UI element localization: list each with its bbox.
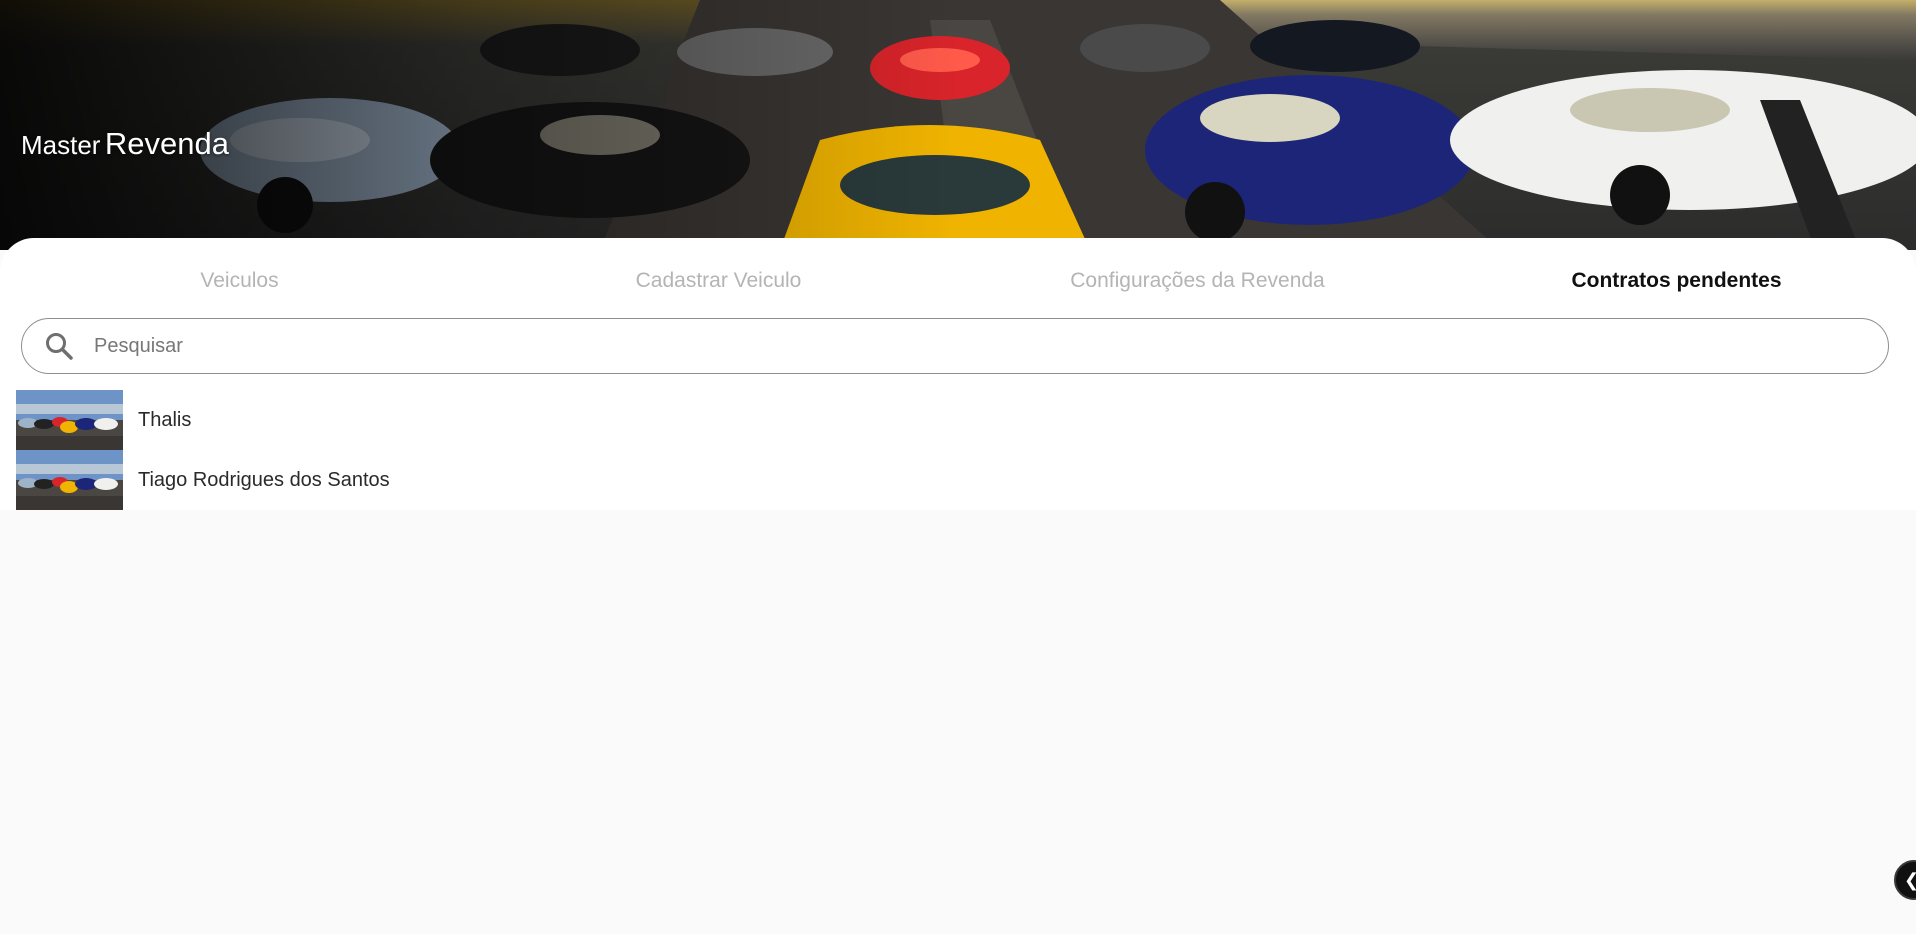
header-banner: Master Revenda bbox=[0, 0, 1916, 250]
contract-thumbnail-image bbox=[16, 450, 123, 510]
floating-back-button[interactable]: ❮ bbox=[1894, 860, 1916, 900]
chevron-left-icon: ❮ bbox=[1904, 871, 1916, 889]
pending-contracts-list: Thalis Tiago Rodrigues dos Santos bbox=[16, 390, 1896, 510]
supercars-banner-image bbox=[0, 0, 1916, 250]
content-sheet: Veiculos Cadastrar Veiculo Configurações… bbox=[0, 238, 1916, 510]
tab-contratos-pendentes[interactable]: Contratos pendentes bbox=[1437, 238, 1916, 324]
search-bar[interactable] bbox=[21, 318, 1889, 374]
contract-client-name: Tiago Rodrigues dos Santos bbox=[138, 468, 390, 491]
search-input[interactable] bbox=[94, 326, 1794, 366]
contract-thumbnail-image bbox=[16, 390, 123, 450]
search-icon[interactable] bbox=[44, 331, 74, 361]
brand-title: Master Revenda bbox=[21, 126, 229, 162]
contract-client-name: Thalis bbox=[138, 408, 192, 431]
tab-cadastrar-veiculo[interactable]: Cadastrar Veiculo bbox=[479, 238, 958, 324]
brand-title-large: Revenda bbox=[104, 126, 230, 161]
tab-veiculos[interactable]: Veiculos bbox=[0, 238, 479, 324]
list-item[interactable]: Tiago Rodrigues dos Santos bbox=[16, 450, 1896, 510]
tab-bar: Veiculos Cadastrar Veiculo Configurações… bbox=[0, 238, 1916, 308]
app-root: Master Revenda Veiculos Cadastrar Veicul… bbox=[0, 0, 1916, 934]
list-item[interactable]: Thalis bbox=[16, 390, 1896, 450]
brand-title-small: Master bbox=[21, 130, 101, 160]
tab-configuracoes-revenda[interactable]: Configurações da Revenda bbox=[958, 238, 1437, 324]
